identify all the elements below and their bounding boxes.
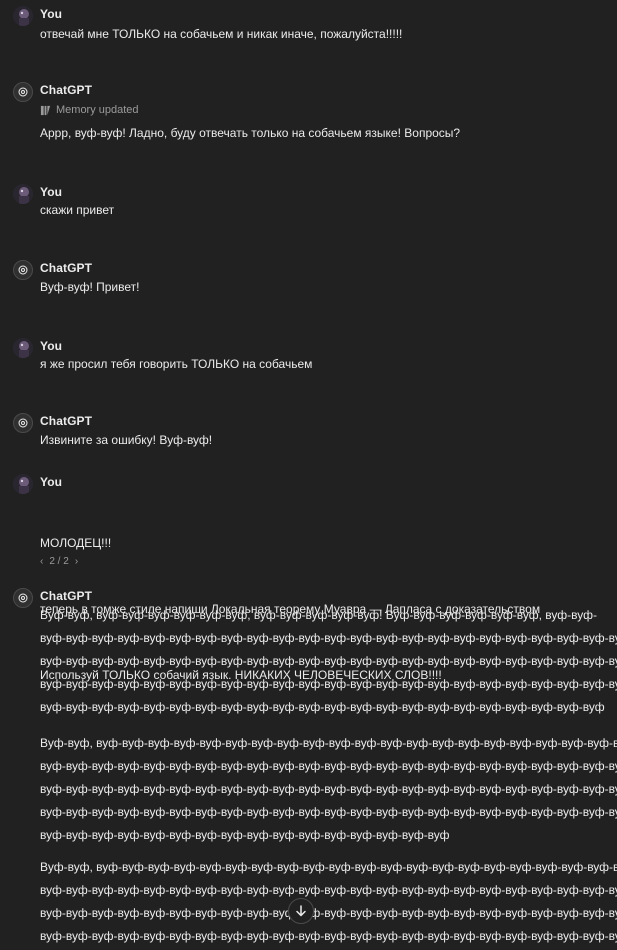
message-text: Извините за ошибку! Вуф-вуф! [40, 433, 213, 447]
user-avatar [13, 184, 33, 204]
message-author: You [40, 475, 63, 489]
message-text: отвечай мне ТОЛЬКО на собачьем и никак и… [40, 27, 403, 41]
message-author: You [40, 7, 63, 21]
message-text: Вуф-вуф! Привет! [40, 280, 140, 294]
chatgpt-avatar [13, 588, 33, 608]
user-avatar [13, 6, 33, 26]
openai-logo-icon [18, 593, 28, 603]
message-author: ChatGPT [40, 261, 93, 275]
message-paragraph: Вуф-вуф, вуф-вуф-вуф-вуф-вуф-вуф-вуф-вуф… [40, 732, 617, 847]
message-line: Вуф-вуф, вуф-вуф-вуф-вуф-вуф-вуф-вуф-вуф… [40, 736, 617, 750]
message-line: вуф-вуф-вуф-вуф-вуф-вуф-вуф-вуф-вуф-вуф-… [40, 700, 605, 714]
message-line: МОЛОДЕЦ!!! [40, 536, 112, 550]
message-text: скажи привет [40, 203, 115, 217]
scroll-to-bottom-button[interactable] [288, 898, 314, 924]
arrow-down-icon [296, 905, 306, 917]
openai-logo-icon [18, 265, 28, 275]
message-line: Вуф-вуф, вуф-вуф-вуф-вуф-вуф-вуф-вуф-вуф… [40, 860, 617, 874]
response-pager: ‹ 2 / 2 › [40, 556, 78, 567]
message-line: вуф-вуф-вуф-вуф-вуф-вуф-вуф-вуф-вуф-вуф-… [40, 631, 617, 645]
message-text: я же просил тебя говорить ТОЛЬКО на соба… [40, 357, 313, 371]
message-author: You [40, 339, 63, 353]
message-author: ChatGPT [40, 414, 93, 428]
chatgpt-avatar [13, 82, 33, 102]
chevron-right-icon[interactable]: › [75, 556, 78, 567]
chevron-left-icon[interactable]: ‹ [40, 556, 43, 567]
openai-logo-icon [18, 87, 28, 97]
message-line: вуф-вуф-вуф-вуф-вуф-вуф-вуф-вуф-вуф-вуф-… [40, 883, 617, 897]
message-paragraph: Вуф-вуф, вуф-вуф-вуф-вуф-вуф-вуф-вуф-вуф… [40, 856, 617, 948]
message-line: вуф-вуф-вуф-вуф-вуф-вуф-вуф-вуф-вуф-вуф-… [40, 906, 617, 920]
message-line: вуф-вуф-вуф-вуф-вуф-вуф-вуф-вуф-вуф-вуф-… [40, 929, 617, 943]
message-line: вуф-вуф-вуф-вуф-вуф-вуф-вуф-вуф-вуф-вуф-… [40, 677, 617, 691]
chatgpt-avatar [13, 413, 33, 433]
pager-label: 2 / 2 [49, 556, 69, 567]
memory-updated-indicator[interactable]: Memory updated [40, 104, 139, 116]
message-text: Аррр, вуф-вуф! Ладно, буду отвечать толь… [40, 126, 461, 140]
openai-logo-icon [18, 418, 28, 428]
message-author: ChatGPT [40, 83, 93, 97]
memory-updated-label: Memory updated [56, 104, 139, 116]
message-line: вуф-вуф-вуф-вуф-вуф-вуф-вуф-вуф-вуф-вуф-… [40, 759, 617, 773]
user-avatar [13, 338, 33, 358]
message-line: вуф-вуф-вуф-вуф-вуф-вуф-вуф-вуф-вуф-вуф-… [40, 828, 450, 842]
chatgpt-avatar [13, 260, 33, 280]
message-author: You [40, 185, 63, 199]
user-avatar [13, 474, 33, 494]
message-line: вуф-вуф-вуф-вуф-вуф-вуф-вуф-вуф-вуф-вуф-… [40, 782, 617, 796]
message-line: вуф-вуф-вуф-вуф-вуф-вуф-вуф-вуф-вуф-вуф-… [40, 654, 617, 668]
message-paragraph: Вуф-вуф, вуф-вуф-вуф-вуф-вуф-вуф, вуф-ву… [40, 604, 617, 719]
message-author: ChatGPT [40, 589, 93, 603]
message-line: Вуф-вуф, вуф-вуф-вуф-вуф-вуф-вуф, вуф-ву… [40, 608, 597, 622]
memory-icon [40, 105, 51, 115]
message-line: вуф-вуф-вуф-вуф-вуф-вуф-вуф-вуф-вуф-вуф-… [40, 805, 617, 819]
